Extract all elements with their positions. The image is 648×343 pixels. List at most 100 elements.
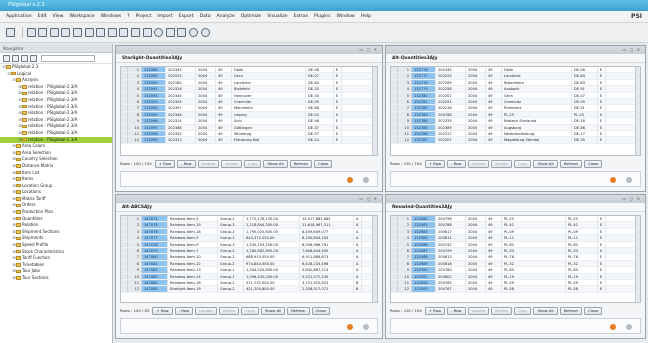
table-cell[interactable]: DE-09 — [572, 98, 598, 105]
tree-node-relation[interactable]: ⊞ relation : PSIglobal-2.3/A — [0, 110, 112, 117]
row-selector[interactable] — [121, 260, 128, 267]
table-cell[interactable]: 202314 — [166, 118, 196, 124]
del-button[interactable]: Delete — [218, 306, 240, 315]
table-cell[interactable]: PL-25 — [566, 216, 598, 222]
row-selector[interactable] — [121, 118, 128, 124]
table-cell[interactable]: 202335 — [436, 118, 466, 124]
text-icon[interactable] — [177, 28, 187, 37]
table-cell[interactable]: 49 — [216, 111, 232, 118]
settings-icon[interactable] — [30, 54, 37, 62]
vertical-scrollbar[interactable] — [372, 67, 377, 155]
table-cell[interactable]: 421,205,800.00 — [244, 286, 300, 292]
table-cell[interactable]: 1,790,025,800.00 — [244, 228, 300, 235]
row-button[interactable]: - Row — [447, 159, 466, 168]
menu-item-edit[interactable]: Edit — [38, 14, 47, 19]
table-cell[interactable]: Landshut — [232, 79, 306, 86]
table-cell[interactable]: 2004 — [196, 105, 216, 111]
table-cell[interactable]: PL-19 — [502, 273, 566, 279]
table-cell[interactable]: DE-84 — [306, 79, 334, 86]
table-cell[interactable]: 49 — [216, 124, 232, 130]
menu-item-visualize[interactable]: Visualize — [267, 14, 287, 19]
table-cell[interactable]: 2004 — [466, 73, 486, 79]
table-cell[interactable]: E — [598, 92, 606, 98]
table-cell[interactable]: 49 — [486, 228, 502, 235]
table-cell[interactable]: 200818 — [436, 260, 466, 267]
table-cell[interactable]: 843,372,550.00 — [244, 235, 300, 241]
menu-item-import[interactable]: Import — [157, 14, 172, 19]
table-cell[interactable]: Rainbow-Item-19 — [168, 222, 218, 228]
table-cell[interactable]: 132594 — [142, 105, 166, 111]
table-cell[interactable]: E — [598, 111, 606, 118]
table-cell[interactable]: A — [354, 260, 362, 267]
table-cell[interactable]: DE-30 — [306, 92, 334, 98]
table-cell[interactable]: E — [334, 137, 342, 143]
table-cell[interactable]: Magdeburg Stendal — [502, 137, 572, 143]
table-cell[interactable]: PL-59 — [502, 279, 566, 286]
close-button[interactable]: Close — [313, 159, 333, 168]
table-cell[interactable]: DE-18 — [572, 118, 598, 124]
table-cell[interactable]: 2004 — [466, 118, 486, 124]
table-cell[interactable]: 132598 — [142, 130, 166, 137]
lock-icon[interactable] — [626, 177, 632, 183]
table-cell[interactable]: 132585 — [412, 235, 436, 241]
table-cell[interactable]: PL-33 — [502, 247, 566, 254]
table-cell[interactable]: DE-98 — [306, 118, 334, 124]
table-cell[interactable]: PL-19 — [566, 273, 598, 279]
row-selector[interactable] — [391, 92, 398, 98]
table-cell[interactable]: 132776 — [412, 67, 436, 73]
table-cell[interactable]: 49 — [216, 86, 232, 92]
table-cell[interactable]: 202269 — [436, 79, 466, 86]
tree-node-relation[interactable]: ⊞ relation : PSIglobal-2.3/A — [0, 104, 112, 111]
table-cell[interactable]: E — [598, 273, 606, 279]
table-cell[interactable]: 2004 — [196, 92, 216, 98]
table-cell[interactable]: Leipzig — [232, 111, 306, 118]
tree-node-relation[interactable]: ⊞ Relation — [0, 222, 112, 229]
tree-node-area-selection[interactable]: ⊞ Area Selection — [0, 150, 112, 157]
table-cell[interactable]: DE-84 — [572, 73, 598, 79]
table-cell[interactable]: 202201 — [436, 92, 466, 98]
tree-node-locations[interactable]: ⊞ Locations — [0, 189, 112, 196]
row-selector[interactable] — [121, 79, 128, 86]
table-cell[interactable]: PL-25 — [502, 111, 572, 118]
row-selector[interactable] — [391, 67, 398, 73]
table-cell[interactable]: Göttingen — [232, 124, 306, 130]
table-cell[interactable]: E — [598, 254, 606, 260]
table-cell[interactable]: Group-3 — [218, 235, 244, 241]
new-button[interactable]: + Row — [152, 306, 173, 315]
table-cell[interactable]: Rainbow-Item-10 — [168, 254, 218, 260]
table-cell[interactable]: DE-04 — [306, 111, 334, 118]
table-cell[interactable]: 202352 — [166, 130, 196, 137]
table-cell[interactable]: A — [354, 273, 362, 279]
vertical-scrollbar[interactable] — [635, 67, 640, 155]
row-selector[interactable] — [391, 124, 398, 130]
table-cell[interactable]: 49 — [216, 92, 232, 98]
refresh-button[interactable]: Refresh — [287, 306, 310, 315]
table-cell[interactable]: 132597 — [142, 124, 166, 130]
table-cell[interactable]: 132583 — [412, 222, 436, 228]
tree-node-analysis[interactable]: ⊟ Analysis — [0, 77, 112, 84]
show-all-button[interactable]: Show All — [533, 306, 558, 315]
row-selector[interactable] — [391, 79, 398, 86]
table-cell[interactable]: 202326 — [166, 86, 196, 92]
show-all-button[interactable]: Show All — [263, 159, 288, 168]
refresh-button[interactable]: Refresh — [559, 306, 582, 315]
data-table[interactable]: 1 147074 Rainbow-Item-3 Group-1 1,772,178,15… — [120, 215, 378, 303]
table-cell[interactable]: Chemnitz — [232, 98, 306, 105]
table-cell[interactable]: E — [598, 222, 606, 228]
table-cell[interactable]: E — [598, 105, 606, 111]
table-cell[interactable]: Group-2 — [218, 286, 244, 292]
table-cell[interactable]: Rainbow-Item-18 — [168, 228, 218, 235]
table-cell[interactable]: 202323 — [166, 137, 196, 143]
tree-node-matrix-tariff[interactable]: ⊞ Matrix Tariff — [0, 196, 112, 203]
tree-node-orders[interactable]: ⊞ Orders — [0, 202, 112, 209]
table-cell[interactable]: E — [598, 98, 606, 105]
table-cell[interactable]: Rainbow-Item-9 — [168, 241, 218, 247]
copy-button[interactable]: Copy — [513, 306, 532, 315]
table-cell[interactable]: 200798 — [436, 216, 466, 222]
table-cell[interactable]: DE-07 — [572, 92, 598, 98]
table-cell[interactable]: 5,521,572,245 — [300, 273, 354, 279]
menu-item--[interactable]: ? — [127, 14, 129, 19]
table-cell[interactable]: 132592 — [142, 92, 166, 98]
edit-button[interactable]: Update — [197, 159, 220, 168]
table-cell[interactable]: Rosenheim — [502, 79, 572, 86]
